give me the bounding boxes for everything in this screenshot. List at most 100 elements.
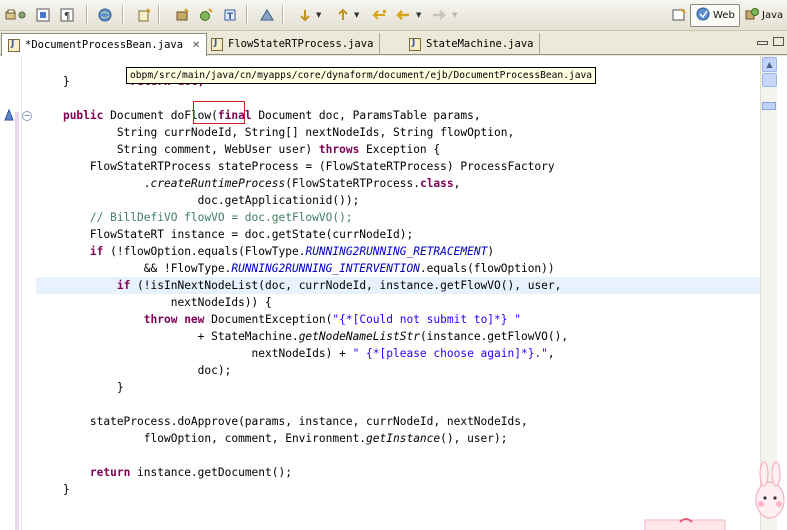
code-text: DocumentException( — [204, 313, 333, 326]
tab-state-machine[interactable]: StateMachine.java — [403, 33, 541, 55]
code-line: public Document doFlow(final Document do… — [36, 107, 760, 124]
java-file-icon — [211, 37, 223, 51]
code-text: Exception { — [359, 143, 441, 156]
code-line: doc.getApplicationid()); — [36, 194, 360, 207]
perspective-web[interactable]: Web — [690, 4, 740, 27]
file-path-tooltip: obpm/src/main/java/cn/myapps/core/dynafo… — [126, 67, 597, 84]
svg-text:T: T — [227, 12, 234, 22]
previous-annotation-icon[interactable] — [334, 6, 352, 24]
fold-collapse-icon[interactable]: − — [22, 111, 32, 121]
keyword-throws: throws — [318, 143, 360, 156]
perspective-java[interactable]: Java — [740, 4, 787, 27]
perspective-java-label: Java — [762, 10, 784, 21]
code-text: String comment, WebUser user) — [36, 143, 319, 156]
code-line: } — [36, 381, 124, 394]
scroll-up-icon[interactable]: ▲ — [762, 57, 777, 72]
code-text: (!flowOption.equals(FlowType. — [103, 245, 306, 258]
forward-arrow-icon[interactable] — [430, 6, 448, 24]
keyword-return: return — [89, 466, 131, 479]
code-line: if (!flowOption.equals(FlowType.RUNNING2… — [36, 243, 760, 260]
open-perspective-icon[interactable] — [670, 6, 688, 24]
overview-marker[interactable] — [762, 102, 776, 110]
code-line: String comment, WebUser user) throws Exc… — [36, 141, 760, 158]
editor-tab-strip: *DocumentProcessBean.java ✕ FlowStateRTP… — [0, 31, 787, 56]
code-text: flowOption, comment, Environment. — [36, 432, 367, 445]
perspective-web-label: Web — [713, 10, 735, 21]
code-line: nextNodeIds)) { — [36, 296, 272, 309]
tab-flow-state-rt-process[interactable]: FlowStateRTProcess.java — [205, 33, 381, 55]
code-line: .createRuntimeProcess(FlowStateRTProcess… — [36, 175, 760, 192]
next-annotation-dropdown-icon[interactable]: ▼ — [316, 11, 321, 19]
method-highlight-box — [193, 101, 245, 124]
keyword-class: class — [419, 177, 454, 190]
tab-document-process-bean[interactable]: *DocumentProcessBean.java ✕ — [1, 33, 208, 56]
tab-label: *DocumentProcessBean.java — [25, 39, 184, 51]
code-line: FlowStateRTProcess stateProcess = (FlowS… — [36, 160, 555, 173]
code-line: throw new DocumentException("{*[Could no… — [36, 311, 760, 328]
new-java-project-icon[interactable] — [135, 6, 153, 24]
show-whitespace-icon[interactable]: ¶ — [58, 6, 76, 24]
open-type-icon[interactable]: T — [221, 6, 239, 24]
string-literal: " {*[please choose again]*}." — [352, 347, 548, 360]
keyword-public: public — [62, 109, 104, 122]
code-text: ) — [487, 245, 495, 258]
override-marker-icon — [4, 108, 14, 121]
code-text: instance.getDocument(); — [130, 466, 292, 479]
java-editor[interactable]: − return doc; } public Document doFlow(f… — [0, 56, 787, 530]
code-line: doc); — [36, 364, 232, 377]
previous-annotation-dropdown-icon[interactable]: ▼ — [354, 11, 359, 19]
static-method: getNodeNameListStr — [298, 330, 420, 343]
code-text: (instance.getFlowVO(), — [419, 330, 569, 343]
string-literal: "{*[Could not submit to]*} " — [332, 313, 521, 326]
globe-icon[interactable] — [96, 6, 114, 24]
open-task-icon[interactable] — [258, 6, 276, 24]
code-line: FlowStateRT instance = doc.getState(curr… — [36, 228, 414, 241]
code-line: + StateMachine.getNodeNameListStr(instan… — [36, 328, 760, 345]
overview-ruler[interactable] — [762, 56, 787, 530]
scroll-thumb[interactable] — [762, 73, 777, 87]
vertical-scrollbar[interactable]: ▲ — [760, 56, 777, 530]
code-text: && !FlowType. — [36, 262, 232, 275]
code-text: . — [36, 177, 151, 190]
code-line: String currNodeId, String[] nextNodeIds,… — [36, 126, 515, 139]
static-field: RUNNING2RUNNING_RETRACEMENT — [305, 245, 488, 258]
last-edit-location-icon[interactable] — [370, 6, 388, 24]
code-area[interactable]: return doc; } public Document doFlow(fin… — [36, 56, 760, 530]
new-class-icon[interactable] — [197, 6, 215, 24]
code-text: (), user); — [440, 432, 508, 445]
java-file-icon — [409, 37, 421, 51]
java-perspective-icon — [745, 7, 759, 24]
close-icon[interactable]: ✕ — [192, 40, 200, 51]
code-text: (FlowStateRTProcess. — [285, 177, 420, 190]
editor-ruler[interactable] — [0, 56, 22, 530]
tab-label: FlowStateRTProcess.java — [228, 38, 374, 50]
code-line: && !FlowType.RUNNING2RUNNING_INTERVENTIO… — [36, 260, 760, 277]
keyword-throw-new: throw new — [143, 313, 205, 326]
static-method: createRuntimeProcess — [150, 177, 286, 190]
code-text: , — [547, 347, 555, 360]
code-line: stateProcess.doApprove(params, instance,… — [36, 415, 528, 428]
next-annotation-icon[interactable] — [296, 6, 314, 24]
code-line: flowOption, comment, Environment.getInst… — [36, 430, 760, 447]
code-text: Document — [103, 109, 171, 122]
code-text: Document doc, ParamsTable params, — [251, 109, 481, 122]
static-method: getInstance — [366, 432, 441, 445]
toggle-block-selection-icon[interactable] — [34, 6, 52, 24]
web-perspective-icon — [696, 7, 710, 24]
static-field: RUNNING2RUNNING_INTERVENTION — [231, 262, 420, 275]
maximize-icon[interactable] — [773, 37, 784, 46]
new-package-icon[interactable] — [173, 6, 191, 24]
run-dropdown-icon[interactable] — [14, 6, 32, 24]
keyword-if: if — [89, 245, 104, 258]
back-dropdown-icon[interactable]: ▼ — [416, 11, 421, 19]
java-file-icon — [8, 38, 20, 52]
minimize-icon[interactable] — [757, 41, 768, 45]
back-arrow-icon[interactable] — [394, 6, 412, 24]
code-line: nextNodeIds) + " {*[please choose again]… — [36, 345, 760, 362]
mascot-illustration — [640, 460, 787, 530]
forward-dropdown-icon: ▼ — [452, 11, 458, 19]
